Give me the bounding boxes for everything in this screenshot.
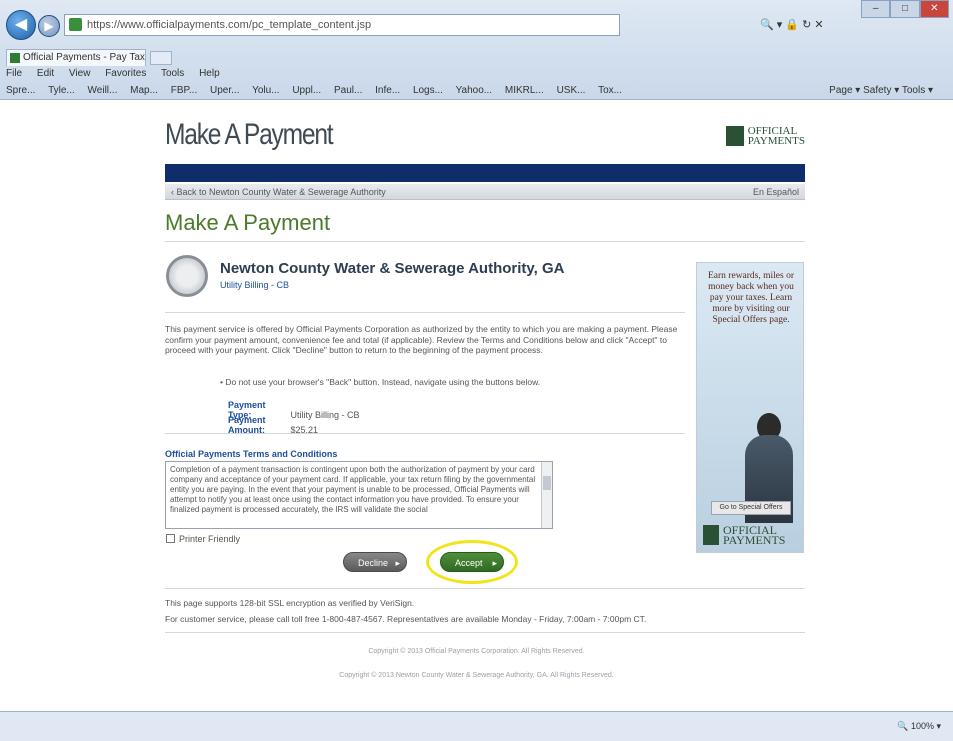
header-bar — [165, 164, 805, 182]
address-row: ◀ ▶ https://www.officialpayments.com/pc_… — [0, 0, 953, 48]
logo-mark-icon — [703, 525, 719, 545]
official-payments-logo: OFFICIAL PAYMENTS — [725, 126, 805, 147]
favorite-item[interactable]: Uper... — [210, 85, 239, 96]
favorites-bar: Spre... Tyle... Weill... Map... FBP... U… — [0, 82, 953, 100]
menu-bar: File Edit View Favorites Tools Help — [0, 66, 953, 82]
tab-title: Official Payments - Pay Tax... — [23, 52, 146, 63]
favorite-item[interactable]: Logs... — [413, 85, 443, 96]
favorite-item[interactable]: Spre... — [6, 85, 35, 96]
copyright-official: Copyright © 2013 Official Payments Corpo… — [368, 648, 585, 655]
minimize-button[interactable]: – — [861, 0, 891, 18]
browser-tab[interactable]: Official Payments - Pay Tax... — [6, 49, 146, 66]
favorite-item[interactable]: Paul... — [334, 85, 362, 96]
special-offers-ad[interactable]: Earn rewards, miles or money back when y… — [696, 262, 804, 553]
new-tab-button[interactable] — [150, 51, 172, 65]
special-offers-button[interactable]: Go to Special Offers — [711, 501, 791, 515]
biller-name: Newton County Water & Sewerage Authority… — [220, 260, 565, 277]
payment-amount-label: Payment Amount: — [228, 415, 266, 435]
menu-help[interactable]: Help — [199, 68, 220, 79]
favorite-item[interactable]: Tox... — [598, 85, 622, 96]
tab-row: Official Payments - Pay Tax... — [0, 48, 953, 66]
ssl-notice: This page supports 128-bit SSL encryptio… — [165, 598, 415, 608]
copyright-biller: Copyright © 2013 Newton County Water & S… — [339, 672, 614, 679]
address-text: https://www.officialpayments.com/pc_temp… — [87, 19, 372, 31]
page-title: Make A Payment — [165, 210, 331, 235]
breadcrumb: ‹ Back to Newton County Water & Sewerage… — [165, 184, 805, 200]
favorite-item[interactable]: FBP... — [171, 85, 198, 96]
terms-text: Completion of a payment transaction is c… — [170, 465, 536, 514]
favorite-item[interactable]: Tyle... — [48, 85, 75, 96]
back-to-biller-link[interactable]: ‹ Back to Newton County Water & Sewerage… — [171, 187, 386, 197]
back-button[interactable]: ◀ — [6, 10, 36, 40]
terms-textarea[interactable]: Completion of a payment transaction is c… — [165, 461, 553, 529]
favorite-item[interactable]: Uppl... — [292, 85, 321, 96]
window-controls: – □ ✕ — [861, 0, 949, 18]
address-bar[interactable]: https://www.officialpayments.com/pc_temp… — [64, 14, 620, 36]
divider — [165, 241, 805, 242]
favorite-item[interactable]: Map... — [130, 85, 158, 96]
forward-button[interactable]: ▶ — [38, 15, 60, 37]
site-header: Make A Payment OFFICIAL PAYMENTS — [165, 114, 805, 160]
lock-icon — [69, 18, 82, 31]
logo-mark-icon — [725, 126, 744, 146]
back-button-note: • Do not use your browser's "Back" butto… — [220, 377, 541, 387]
scroll-thumb[interactable] — [543, 476, 551, 490]
biller-seal-icon — [166, 255, 208, 297]
payment-amount-row: Payment Amount: $25.21 — [228, 415, 318, 435]
favorite-item[interactable]: Infe... — [375, 85, 400, 96]
zoom-control[interactable]: 🔍 100% ▾ — [897, 721, 941, 732]
printer-friendly-link[interactable]: Printer Friendly — [166, 534, 240, 544]
favorite-item[interactable]: USK... — [557, 85, 586, 96]
command-bar-right[interactable]: Page ▾ Safety ▾ Tools ▾ — [829, 82, 933, 100]
terms-title: Official Payments Terms and Conditions — [165, 449, 338, 459]
browser-chrome: ◀ ▶ https://www.officialpayments.com/pc_… — [0, 0, 953, 100]
language-link[interactable]: En Español — [753, 184, 799, 200]
menu-view[interactable]: View — [69, 68, 91, 79]
favorite-item[interactable]: Yolu... — [252, 85, 279, 96]
favorite-item[interactable]: Weill... — [88, 85, 118, 96]
menu-file[interactable]: File — [6, 68, 22, 79]
decline-button[interactable]: Decline ▸ — [343, 552, 407, 572]
status-bar: 🔍 100% ▾ — [0, 711, 953, 741]
divider — [165, 312, 685, 313]
intro-text: This payment service is offered by Offic… — [165, 324, 678, 355]
divider — [165, 433, 685, 434]
maximize-button[interactable]: □ — [890, 0, 920, 18]
divider — [165, 588, 805, 589]
favicon-icon — [10, 53, 20, 63]
menu-edit[interactable]: Edit — [37, 68, 54, 79]
customer-service-text: For customer service, please call toll f… — [165, 614, 647, 624]
ad-text: Earn rewards, miles or money back when y… — [708, 271, 794, 325]
arrow-right-icon: ▸ — [395, 558, 400, 568]
menu-tools[interactable]: Tools — [161, 68, 184, 79]
terms-scrollbar[interactable] — [541, 462, 552, 528]
close-button[interactable]: ✕ — [919, 0, 949, 18]
menu-favorites[interactable]: Favorites — [105, 68, 146, 79]
favorite-item[interactable]: Yahoo... — [456, 85, 493, 96]
biller-subtitle: Utility Billing - CB — [220, 280, 290, 290]
printer-icon — [166, 534, 175, 543]
favorite-item[interactable]: MIKRL... — [505, 85, 544, 96]
ad-logo: OFFICIAL PAYMENTS — [703, 524, 799, 547]
page-content: Make A Payment OFFICIAL PAYMENTS ‹ Back … — [0, 100, 953, 711]
divider — [165, 632, 805, 633]
yellow-highlight-circle — [426, 540, 518, 584]
brand-title: Make A Payment — [165, 118, 334, 151]
